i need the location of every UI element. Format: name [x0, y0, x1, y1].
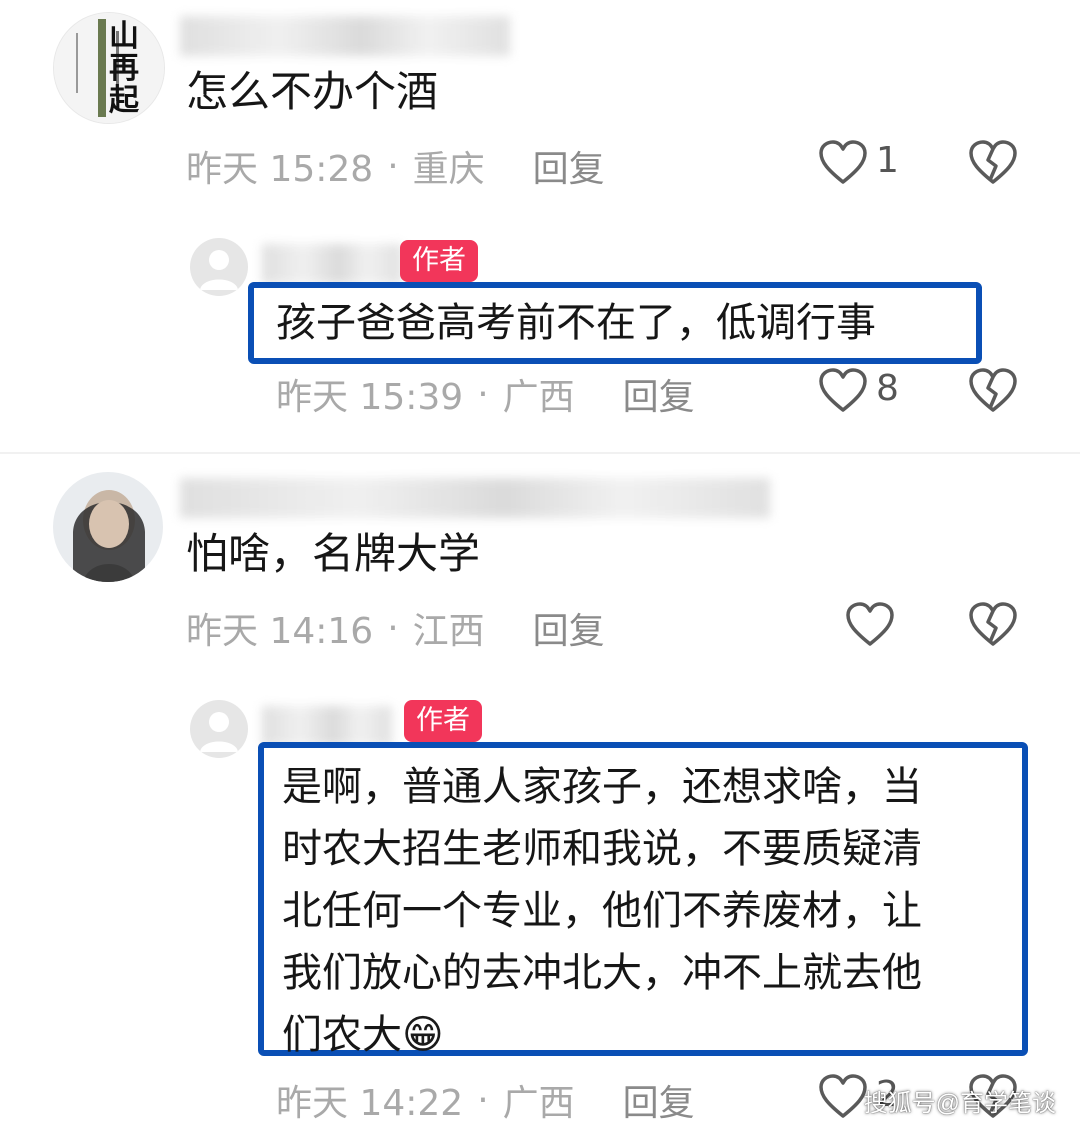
comment-time: 昨天 15:28 [186, 149, 374, 190]
reply-text-block: 是啊，普通人家孩子，还想求啥，当 时农大招生老师和我说，不要质疑清 北任何一个专… [282, 756, 1012, 1066]
reply-time: 昨天 14:22 [276, 1083, 464, 1124]
avatar-calligraphy: 山再起 [109, 19, 139, 118]
heart-outline-icon[interactable] [845, 602, 895, 648]
meta-separator: · [387, 145, 399, 187]
heart-outline-icon[interactable] [818, 140, 868, 186]
reply-button[interactable]: 回复 [533, 140, 605, 192]
like-count: 1 [876, 140, 899, 181]
reply-meta: 昨天 15:39 · 广西 回复 [276, 368, 695, 420]
comment-meta: 昨天 15:28 · 重庆 回复 [186, 140, 605, 192]
reply-location: 广西 [502, 377, 575, 418]
comment-divider [0, 452, 1080, 454]
broken-heart-icon[interactable] [968, 602, 1018, 648]
comment-meta: 昨天 14:16 · 江西 回复 [186, 602, 605, 654]
watermark: 搜狐号@育学笔谈 [863, 1090, 1056, 1117]
author-name-blurred[interactable] [262, 244, 402, 284]
comment-time: 昨天 14:16 [186, 611, 374, 652]
commenter-avatar[interactable]: 山再起 [53, 12, 165, 124]
heart-outline-icon[interactable] [818, 368, 868, 414]
grin-emoji: 😁 [402, 1012, 444, 1058]
reply-button[interactable]: 回复 [623, 368, 695, 420]
reply-location: 广西 [502, 1083, 575, 1124]
meta-separator: · [387, 607, 399, 649]
broken-heart-icon[interactable] [968, 368, 1018, 414]
heart-outline-icon[interactable] [818, 1074, 868, 1120]
commenter-avatar[interactable] [53, 472, 163, 582]
author-name-blurred[interactable] [262, 706, 392, 746]
meta-separator: · [477, 373, 489, 415]
comment-location: 重庆 [412, 149, 485, 190]
commenter-name-blurred[interactable] [180, 16, 510, 56]
highlighted-reply: 孩子爸爸高考前不在了，低调行事 [248, 282, 982, 364]
reply-text: 是啊，普通人家孩子，还想求啥，当 时农大招生老师和我说，不要质疑清 北任何一个专… [282, 764, 922, 1058]
comment-text: 怕啥，名牌大学 [186, 529, 481, 578]
reply-button[interactable]: 回复 [623, 1074, 695, 1126]
default-avatar-icon[interactable] [190, 238, 248, 296]
author-badge: 作者 [404, 700, 482, 742]
like-count: 8 [876, 368, 899, 409]
author-badge: 作者 [400, 240, 478, 282]
highlighted-reply: 是啊，普通人家孩子，还想求啥，当 时农大招生老师和我说，不要质疑清 北任何一个专… [258, 742, 1028, 1058]
meta-separator: · [477, 1079, 489, 1121]
reply-meta: 昨天 14:22 · 广西 回复 [276, 1074, 695, 1126]
reply-button[interactable]: 回复 [533, 602, 605, 654]
comment-text: 怎么不办个酒 [186, 67, 439, 116]
comment-location: 江西 [412, 611, 485, 652]
reply-text: 孩子爸爸高考前不在了，低调行事 [276, 300, 876, 346]
default-avatar-icon[interactable] [190, 700, 248, 758]
broken-heart-icon[interactable] [968, 140, 1018, 186]
reply-time: 昨天 15:39 [276, 377, 464, 418]
commenter-name-blurred[interactable] [180, 478, 770, 518]
